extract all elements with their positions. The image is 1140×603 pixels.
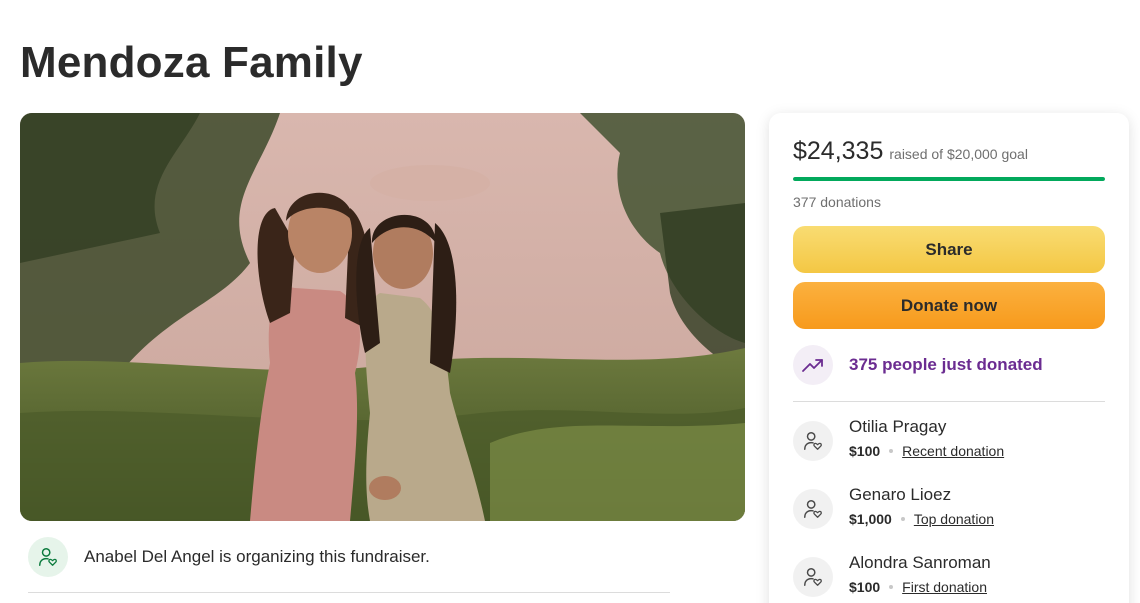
donor-meta: $1,000 Top donation bbox=[849, 511, 994, 527]
trend-icon-badge bbox=[793, 345, 833, 385]
organizer-row: Anabel Del Angel is organizing this fund… bbox=[28, 537, 670, 593]
donor-avatar bbox=[793, 489, 833, 529]
person-heart-icon bbox=[804, 568, 822, 586]
donor-avatar bbox=[793, 557, 833, 597]
trend-text: 375 people just donated bbox=[849, 355, 1043, 374]
separator-dot bbox=[889, 449, 894, 453]
donor-tag-link[interactable]: First donation bbox=[902, 579, 987, 595]
raised-summary: $24,335 raised of $20,000 goal bbox=[793, 137, 1028, 166]
donor-meta: $100 First donation bbox=[849, 579, 991, 595]
donor-item: Genaro Lioez $1,000 Top donation bbox=[793, 485, 994, 529]
progress-bar bbox=[793, 177, 1105, 181]
donations-count: 377 donations bbox=[793, 194, 881, 210]
organizer-text: Anabel Del Angel is organizing this fund… bbox=[84, 547, 430, 566]
donor-details: Alondra Sanroman $100 First donation bbox=[849, 553, 991, 597]
page-title: Mendoza Family bbox=[20, 38, 363, 87]
person-heart-icon bbox=[804, 432, 822, 450]
donor-meta: $100 Recent donation bbox=[849, 443, 1004, 459]
donor-tag-link[interactable]: Top donation bbox=[914, 511, 994, 527]
donor-details: Genaro Lioez $1,000 Top donation bbox=[849, 485, 994, 529]
donor-name: Otilia Pragay bbox=[849, 417, 947, 436]
donor-amount: $100 bbox=[849, 579, 881, 595]
goal-text: raised of $20,000 goal bbox=[889, 146, 1028, 162]
person-heart-icon bbox=[804, 500, 822, 518]
donation-panel: $24,335 raised of $20,000 goal 377 donat… bbox=[769, 113, 1129, 603]
raised-amount: $24,335 bbox=[793, 137, 884, 165]
divider bbox=[793, 401, 1105, 402]
donor-tag-link[interactable]: Recent donation bbox=[902, 443, 1004, 459]
donor-avatar bbox=[793, 421, 833, 461]
donor-amount: $1,000 bbox=[849, 511, 892, 527]
organizer-avatar bbox=[28, 537, 68, 577]
recent-donations-trend[interactable]: 375 people just donated bbox=[793, 345, 1043, 385]
donor-details: Otilia Pragay $100 Recent donation bbox=[849, 417, 1004, 461]
person-heart-icon bbox=[39, 548, 57, 566]
trending-up-icon bbox=[802, 359, 823, 372]
donor-amount: $100 bbox=[849, 443, 881, 459]
donor-item: Otilia Pragay $100 Recent donation bbox=[793, 417, 1004, 461]
separator-dot bbox=[889, 585, 894, 589]
separator-dot bbox=[900, 517, 905, 521]
donor-name: Genaro Lioez bbox=[849, 485, 952, 504]
donor-name: Alondra Sanroman bbox=[849, 553, 991, 572]
donor-item: Alondra Sanroman $100 First donation bbox=[793, 553, 991, 597]
hero-photo-image bbox=[20, 113, 745, 521]
share-button[interactable]: Share bbox=[793, 226, 1105, 273]
donate-now-button[interactable]: Donate now bbox=[793, 282, 1105, 329]
progress-bar-fill bbox=[793, 177, 1105, 181]
hero-photo bbox=[20, 113, 745, 521]
